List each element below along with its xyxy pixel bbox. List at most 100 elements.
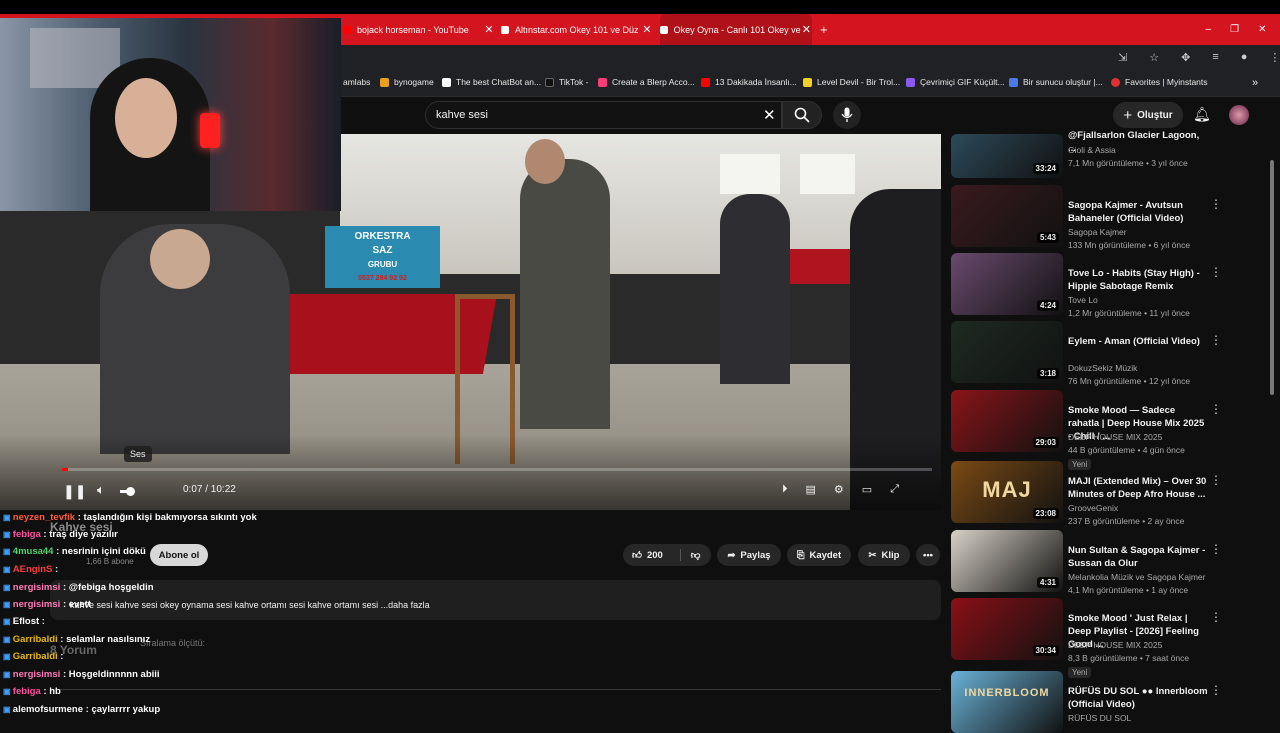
voice-search-button[interactable] — [833, 101, 861, 129]
pause-icon[interactable]: ❚❚ — [63, 483, 86, 500]
recommendation-channel[interactable]: DokuzSekiz Müzik — [1068, 363, 1137, 373]
bookmark-item[interactable]: bynogame — [380, 77, 434, 87]
recommendation-title[interactable]: RÜFÜS DU SOL ●● Innerbloom (Official Vid… — [1068, 685, 1208, 711]
bookmark-item[interactable]: Favorites | Myinstants — [1111, 77, 1208, 87]
chat-separator: : — [60, 669, 69, 680]
recommendation-channel[interactable]: GrooveGenix — [1068, 503, 1118, 513]
chat-badge-icon: ▣ — [3, 600, 13, 609]
create-button[interactable]: + Oluştur — [1113, 102, 1183, 128]
chat-separator: : — [40, 529, 50, 540]
thumbnail-text: INNERBLOOM — [964, 687, 1050, 699]
more-options-icon[interactable]: ⋮ — [1210, 265, 1222, 279]
scrollbar[interactable] — [1270, 160, 1274, 395]
menu-icon[interactable]: ⋮ — [1269, 51, 1280, 64]
volume-handle[interactable] — [126, 487, 135, 496]
recommendation-meta: 1,2 Mr görüntüleme • 11 yıl önce — [1068, 308, 1190, 318]
recommendation-meta: 8,3 B görüntüleme • 7 saat önce — [1068, 653, 1190, 663]
bookmark-item[interactable]: Çevrimiçi GIF Küçült... — [906, 77, 1005, 87]
recommendation-channel[interactable]: Gioli & Assia — [1068, 145, 1116, 155]
media-icon[interactable]: ≡ — [1212, 51, 1218, 64]
extensions-icon[interactable]: ✥ — [1181, 51, 1190, 64]
tab-title: Altınstar.com Okey 101 ve Düz — [515, 24, 639, 35]
profile-icon[interactable]: ● — [1241, 51, 1248, 64]
bookmark-label: Level Devil - Bir Trol... — [817, 77, 901, 87]
more-options-icon[interactable]: ⋮ — [1210, 610, 1222, 624]
browser-tab[interactable]: Altınstar.com Okey 101 ve Düz ✕ — [501, 14, 653, 45]
thumbs-down-icon[interactable]: 👎︎ — [679, 549, 700, 561]
bookmark-icon — [442, 77, 451, 87]
recommendation-title[interactable]: Nun Sultan & Sagopa Kajmer - Sussan da O… — [1068, 544, 1208, 570]
volume-icon[interactable]: 🔈︎ — [97, 482, 105, 498]
search-input[interactable]: kahve sesi — [425, 101, 782, 129]
recommendation-thumbnail[interactable]: 4:31 — [951, 530, 1063, 592]
theater-icon[interactable]: ▭ — [862, 483, 872, 496]
recommendation-thumbnail[interactable]: 30:34 — [951, 598, 1063, 660]
recommendation-title[interactable]: Eylem - Aman (Official Video) — [1068, 335, 1208, 348]
recommendation-thumbnail[interactable]: 33:24 — [951, 134, 1063, 178]
progress-bar[interactable] — [62, 468, 932, 471]
recommendation-channel[interactable]: Tove Lo — [1068, 295, 1098, 305]
avatar[interactable] — [1229, 105, 1249, 125]
bookmark-item[interactable]: The best ChatBot an... — [442, 77, 541, 87]
more-options-icon[interactable]: ⋮ — [1210, 542, 1222, 556]
chat-username: nergisimsi — [12, 599, 61, 610]
recommendation-thumbnail[interactable]: 4:24 — [951, 253, 1063, 315]
like-button[interactable]: 👍︎ 200 👎︎ — [623, 544, 711, 566]
more-bookmarks-icon[interactable]: » — [1252, 77, 1258, 89]
clear-search-icon[interactable]: ✕ — [763, 106, 776, 124]
share-button[interactable]: ➦ Paylaş — [717, 544, 781, 566]
volume-slider[interactable] — [120, 487, 135, 496]
search-button[interactable] — [782, 101, 822, 129]
clip-button[interactable]: ✂ Klip — [858, 544, 910, 566]
more-options-icon[interactable]: ⋮ — [1210, 333, 1222, 347]
window-controls: – ❐ ✕ — [1196, 14, 1276, 45]
recommendation-thumbnail[interactable]: 5:43 — [951, 185, 1063, 247]
recommendation-channel[interactable]: Sagopa Kajmer — [1068, 227, 1127, 237]
search-icon — [794, 107, 810, 123]
recommendation-thumbnail[interactable]: 29:03 — [951, 390, 1063, 452]
sign-text: SAZ — [372, 245, 393, 256]
autoplay-icon[interactable]: ⏵ — [782, 483, 788, 496]
bookmark-item[interactable]: Create a Blerp Acco... — [598, 77, 695, 87]
chat-badge-icon: ▣ — [3, 547, 13, 556]
chat-message: ▣ Eflost : — [3, 616, 45, 627]
more-options-icon[interactable]: ⋮ — [1210, 197, 1222, 211]
browser-tab-active[interactable]: Okey Oyna - Canlı 101 Okey ve ✕ — [660, 14, 812, 45]
tab-close-icon[interactable]: ✕ — [483, 23, 495, 36]
chat-badge-icon: ▣ — [3, 670, 13, 679]
recommendation-thumbnail[interactable]: MAJ 23:08 — [951, 461, 1063, 523]
bookmark-item[interactable]: 13 Dakikada İnsanlı... — [701, 77, 797, 87]
recommendation-title[interactable]: Sagopa Kajmer - Avutsun Bahaneler (Offic… — [1068, 199, 1208, 225]
maximize-icon[interactable]: ❐ — [1230, 24, 1239, 35]
more-actions-button[interactable]: ••• — [916, 544, 940, 566]
bookmark-star-icon[interactable]: ☆ — [1149, 51, 1159, 64]
bookmark-item[interactable]: TikTok - — [545, 77, 588, 87]
minimize-icon[interactable]: – — [1206, 24, 1212, 35]
fullscreen-icon[interactable]: ⤢ — [890, 483, 899, 496]
install-icon[interactable]: ⇲ — [1118, 51, 1127, 64]
more-options-icon[interactable]: ⋮ — [1210, 473, 1222, 487]
new-tab-button[interactable]: + — [820, 14, 840, 45]
browser-tab[interactable]: bojack horseman - YouTube ✕ — [343, 14, 495, 45]
more-options-icon[interactable]: ⋮ — [1210, 683, 1222, 697]
chat-username: febiga — [12, 686, 41, 697]
recommendation-title[interactable]: MAJI (Extended Mix) – Over 30 Minutes of… — [1068, 475, 1208, 501]
recommendation-thumbnail[interactable]: 3:18 — [951, 321, 1063, 383]
bookmark-item[interactable]: amlabs — [343, 77, 370, 87]
recommendation-thumbnail[interactable]: INNERBLOOM — [951, 671, 1063, 733]
tab-close-icon[interactable]: ✕ — [801, 23, 812, 36]
recommendation-channel[interactable]: RÜFÜS DU SOL — [1068, 713, 1131, 723]
recommendation-channel[interactable]: Melankolia Müzik ve Sagopa Kajmer — [1068, 572, 1205, 582]
recommendation-channel[interactable]: DEEP HOUSE MIX 2025 — [1068, 640, 1162, 650]
tab-close-icon[interactable]: ✕ — [641, 23, 653, 36]
subtitles-icon[interactable]: ▤ — [806, 483, 816, 496]
notifications-bell-icon[interactable]: 🔔︎ — [1193, 106, 1211, 123]
save-button[interactable]: ⎘ Kaydet — [787, 544, 851, 566]
bookmark-item[interactable]: Level Devil - Bir Trol... — [803, 77, 900, 87]
recommendation-channel[interactable]: DEEP HOUSE MIX 2025 — [1068, 432, 1162, 442]
settings-gear-icon[interactable]: ⚙ — [834, 483, 844, 496]
recommendation-title[interactable]: Tove Lo - Habits (Stay High) - Hippie Sa… — [1068, 267, 1208, 293]
bookmark-item[interactable]: Bir sunucu oluştur |... — [1009, 77, 1103, 87]
more-options-icon[interactable]: ⋮ — [1210, 402, 1222, 416]
close-window-icon[interactable]: ✕ — [1258, 24, 1266, 35]
